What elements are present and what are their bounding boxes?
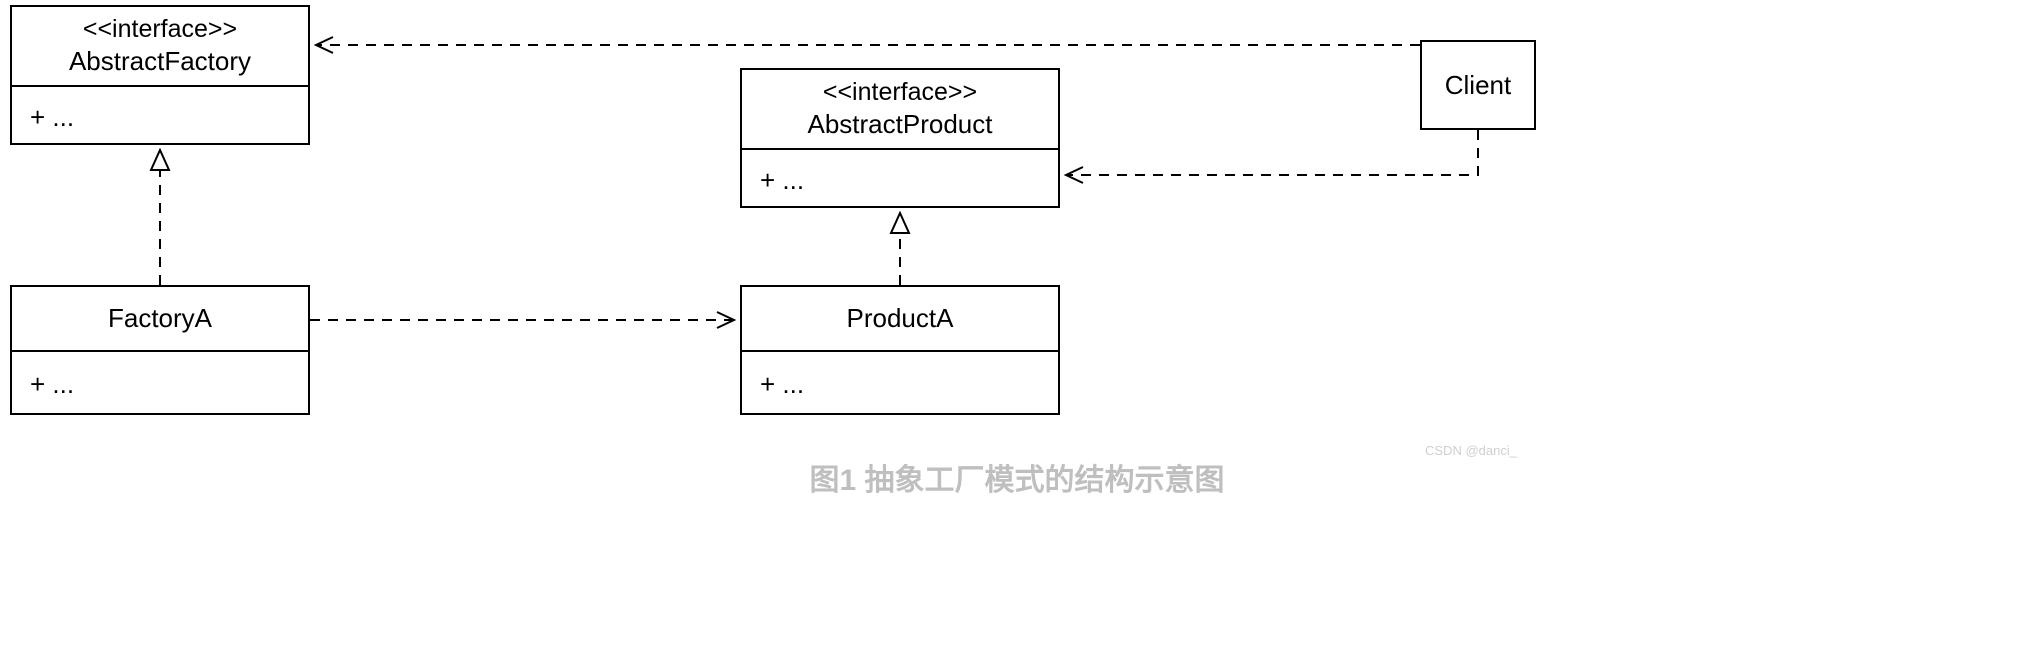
- class-name: AbstractProduct: [808, 108, 993, 141]
- class-name: ProductA: [847, 302, 954, 335]
- dependency-client-to-abstractproduct: [1066, 130, 1478, 175]
- uml-class-abstract-product: <<interface>> AbstractProduct + ...: [740, 68, 1060, 208]
- class-header: FactoryA: [12, 287, 308, 352]
- class-members: + ...: [12, 87, 308, 147]
- watermark-text: CSDN @danci_: [1425, 443, 1517, 458]
- class-name: AbstractFactory: [69, 45, 251, 78]
- class-members: + ...: [742, 352, 1058, 417]
- class-name: FactoryA: [108, 302, 212, 335]
- stereotype-label: <<interface>>: [823, 77, 977, 108]
- uml-class-product-a: ProductA + ...: [740, 285, 1060, 415]
- uml-class-abstract-factory: <<interface>> AbstractFactory + ...: [10, 5, 310, 145]
- class-members: + ...: [742, 150, 1058, 210]
- uml-class-factory-a: FactoryA + ...: [10, 285, 310, 415]
- figure-caption: 图1 抽象工厂模式的结构示意图: [0, 455, 2034, 499]
- class-header: <<interface>> AbstractFactory: [12, 7, 308, 87]
- class-header: <<interface>> AbstractProduct: [742, 70, 1058, 150]
- uml-class-client: Client: [1420, 40, 1536, 130]
- class-name: Client: [1445, 70, 1511, 101]
- stereotype-label: <<interface>>: [83, 14, 237, 45]
- class-header: ProductA: [742, 287, 1058, 352]
- class-members: + ...: [12, 352, 308, 417]
